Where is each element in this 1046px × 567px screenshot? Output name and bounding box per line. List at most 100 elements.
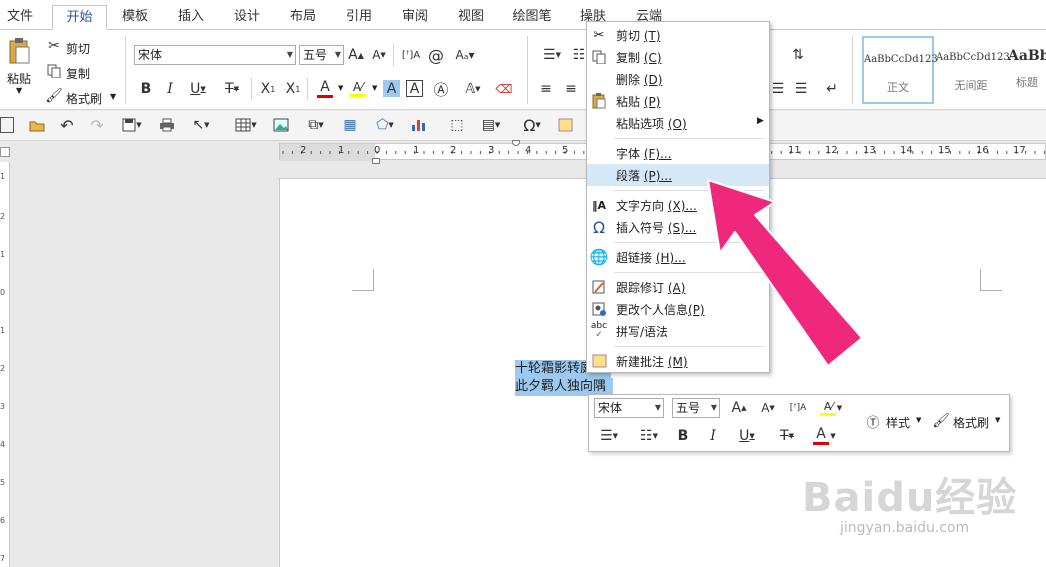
numbered-list-icon[interactable]: ☷ ▼ [634,426,664,446]
shrink-font-icon[interactable]: A ▼ [370,45,388,65]
tab-selector-icon[interactable] [0,147,10,157]
paste-dropdown-arrow[interactable]: ▼ [16,86,22,95]
font-color-icon[interactable]: A ▼ [811,424,841,446]
justify-icon[interactable]: ☰ [792,78,810,100]
mini-font-select[interactable]: 宋体 ▼ [594,398,664,418]
style-no-spacing[interactable]: AaBbCcDd123 无间距 [936,36,1010,104]
tab-references[interactable]: 引用 [336,5,382,30]
superscript-icon[interactable]: X1 [283,79,303,99]
mini-size-select[interactable]: 五号 ▼ [672,398,720,418]
open-folder-icon[interactable] [28,117,46,133]
new-doc-icon[interactable] [0,117,14,133]
vertical-ruler[interactable]: 1 2 1 0 1 2 3 4 5 6 7 [0,162,10,567]
line-spacing-icon[interactable]: ⇅ [788,44,808,66]
tab-review[interactable]: 审阅 [392,5,438,30]
note-icon[interactable] [556,116,574,134]
tab-file[interactable]: 文件 [0,5,40,30]
underline-icon[interactable]: U ▼ [733,426,761,446]
char-shading-icon[interactable]: A [383,80,400,97]
paste-icon[interactable] [6,36,32,66]
strikethrough-icon[interactable]: T ▼ [773,426,801,446]
tab-insert[interactable]: 插入 [168,5,214,30]
phonetic-guide-icon[interactable]: [ꜛ]A [789,398,807,418]
style-normal[interactable]: AaBbCcDd123 正文 [862,36,938,104]
phonetic-guide-icon[interactable]: [ꜛ]A [402,44,420,66]
shrink-font-icon[interactable]: A ▼ [759,398,777,418]
align-left-icon[interactable]: ≡ [537,78,555,100]
menu-item-font[interactable]: 字体 (F)... [587,142,769,164]
bullet-list-icon[interactable]: ☰ ▼ [537,44,567,66]
tab-view[interactable]: 视图 [448,5,494,30]
tab-home[interactable]: 开始 [52,5,107,30]
shapes-icon[interactable]: ⬠ ▼ [370,116,400,134]
char-border-icon[interactable]: A [406,80,423,97]
font-color-icon[interactable]: A [316,77,334,99]
symbol-icon[interactable]: Ω ▼ [517,115,547,135]
format-painter-arrow[interactable]: ▼ [110,92,116,101]
font-size-select[interactable]: 五号 ▼ [299,45,344,65]
header-icon[interactable]: ▤ ▼ [477,116,505,134]
highlight-icon[interactable]: A⁄ [349,77,367,99]
style-heading[interactable]: AaBb 标题 [1008,36,1046,104]
copy-label[interactable]: 复制 [66,65,90,82]
styles-icon[interactable]: Ⓣ [863,410,883,432]
save-icon[interactable]: ▼ [118,116,146,134]
highlight-arrow[interactable]: ▼ [372,84,377,92]
tab-design[interactable]: 设计 [224,5,270,30]
italic-icon[interactable]: I [705,426,721,446]
italic-icon[interactable]: I [162,79,178,99]
select-pointer-icon[interactable]: ↖ ▼ [188,116,214,134]
bold-icon[interactable]: B [675,426,691,446]
text-outline-icon[interactable]: 𝔸 ▼ [462,79,484,99]
grow-font-icon[interactable]: A ▲ [730,398,748,418]
chart-icon[interactable] [410,116,428,134]
menu-item-paste-options[interactable]: 粘贴选项 (O) ▶ [587,112,769,134]
format-painter-arrow[interactable]: ▼ [995,416,1000,424]
align-center-icon[interactable]: ≡ [562,78,580,100]
clear-format-icon[interactable]: ⌫ [495,79,513,99]
font-name-select[interactable]: 宋体 ▼ [134,45,296,65]
subscript-icon[interactable]: X1 [258,79,278,99]
cut-label[interactable]: 剪切 [66,40,90,57]
cut-icon[interactable]: ✂ [46,38,62,54]
format-painter-icon[interactable]: 🖌 [45,88,63,104]
table-icon[interactable]: ▼ [232,116,260,134]
copy-small-icon[interactable] [46,63,62,79]
menu-item-paste[interactable]: 粘贴 (P) [587,90,769,112]
grow-font-icon[interactable]: A ▲ [347,45,365,65]
format-painter-label[interactable]: 格式刷 [66,90,102,107]
styles-arrow[interactable]: ▼ [916,416,921,424]
bold-icon[interactable]: B [138,79,154,99]
encircle-char-icon[interactable]: @ [427,44,445,66]
indent-marker[interactable] [372,158,380,164]
picture-icon[interactable] [272,116,290,134]
menu-shortcut: (C) [643,51,662,65]
text-effect-icon[interactable]: Ⓐ [430,79,452,99]
strikethrough-icon[interactable]: T ▼ [218,79,246,99]
redo-icon[interactable]: ↷ [88,116,106,135]
vruler-number: 5 [0,478,6,487]
smartart-icon[interactable]: ▦ [341,116,359,134]
tab-layout[interactable]: 布局 [280,5,326,30]
paragraph-mark-icon[interactable]: ↵ [823,78,841,100]
format-painter-label[interactable]: 格式刷 [953,414,989,431]
print-icon[interactable] [157,116,177,134]
change-case-icon[interactable]: Aₐ▾ [450,44,480,66]
menu-item-cut[interactable]: ✂ 剪切 (T) [587,24,769,46]
menu-item-copy[interactable]: 复制 (C) [587,46,769,68]
numbered-list-icon[interactable]: ☷ [571,44,587,66]
highlight-icon[interactable]: A⁄ ▼ [818,397,848,419]
format-painter-icon[interactable]: 🖌 [932,410,950,432]
font-color-arrow[interactable]: ▼ [338,84,343,92]
textbox-icon[interactable]: ⬚ [447,116,467,134]
screenshot-icon[interactable]: ⧉ ▼ [301,116,331,134]
tab-draw[interactable]: 绘图笔 [504,5,560,30]
distribute-icon[interactable]: ☰ [769,78,787,100]
underline-icon[interactable]: U ▼ [186,79,210,99]
paste-label[interactable]: 粘贴 [7,70,31,87]
menu-item-delete[interactable]: 删除 (D) [587,68,769,90]
undo-icon[interactable]: ↶ [58,116,76,135]
tab-template[interactable]: 模板 [112,5,158,30]
bullet-list-icon[interactable]: ☰ ▼ [594,426,624,446]
styles-label[interactable]: 样式 [886,414,910,431]
